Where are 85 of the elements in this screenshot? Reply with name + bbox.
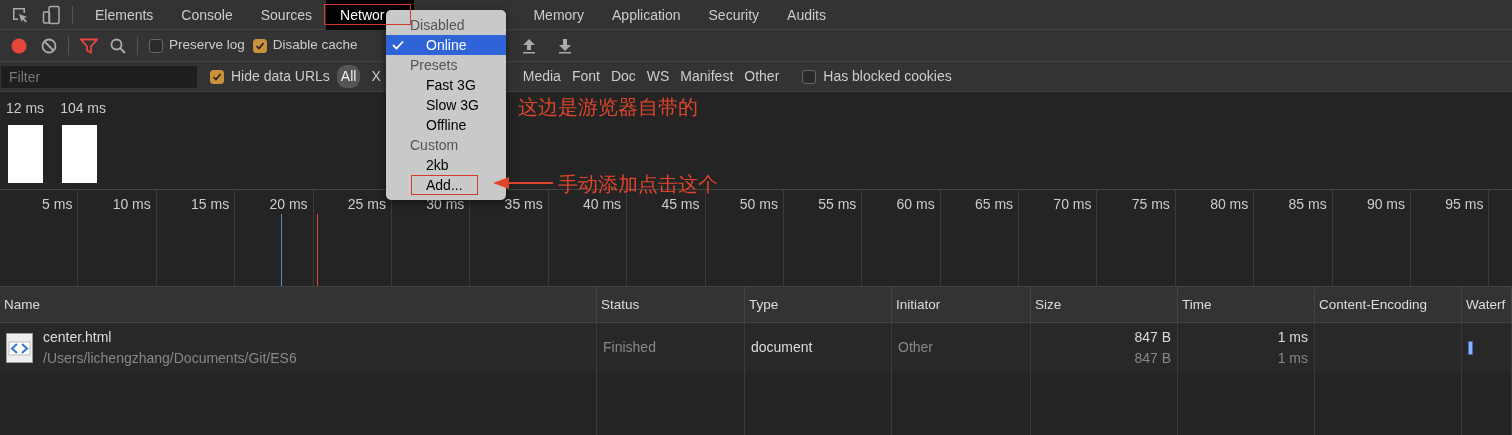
screenshot-thumbnail[interactable] bbox=[62, 125, 98, 183]
table-cell-text: document bbox=[751, 338, 814, 357]
filter-field[interactable]: Filter bbox=[1, 65, 197, 88]
type-filter[interactable]: Other bbox=[742, 65, 782, 88]
column-header[interactable]: Time bbox=[1178, 287, 1315, 323]
type-filter[interactable]: Manifest bbox=[678, 65, 736, 88]
menu-header: Custom bbox=[409, 136, 460, 155]
table-cell-text: 847 B bbox=[1134, 327, 1171, 347]
panel-tab[interactable]: Console bbox=[167, 0, 247, 30]
checkbox-label: Preserve log bbox=[169, 36, 245, 55]
panel-tab[interactable]: Application bbox=[598, 0, 695, 30]
column-header[interactable]: Name bbox=[0, 287, 597, 323]
file-path: /Users/lichengzhang/Documents/Git/ES6 bbox=[43, 348, 297, 368]
menu-item[interactable]: Online bbox=[386, 35, 506, 55]
table-cell-text: Other bbox=[898, 338, 934, 357]
checkbox[interactable] bbox=[210, 69, 224, 84]
tick-label: 80 ms bbox=[1210, 196, 1249, 212]
html-file-icon bbox=[6, 332, 33, 363]
checkbox[interactable] bbox=[252, 38, 267, 53]
load-line bbox=[317, 214, 318, 286]
record-icon[interactable] bbox=[11, 37, 27, 54]
column-header[interactable]: Waterf bbox=[1462, 287, 1512, 323]
menu-item[interactable]: 2kb bbox=[386, 155, 506, 175]
panel-tab[interactable]: Memory bbox=[519, 0, 598, 30]
annotation-text: 这边是游览器自带的 bbox=[518, 95, 698, 120]
type-filter[interactable]: Font bbox=[569, 65, 602, 88]
panel-tab[interactable]: Sources bbox=[246, 0, 327, 30]
type-filter[interactable]: Media bbox=[520, 65, 563, 88]
clear-icon[interactable] bbox=[41, 37, 57, 54]
checkbox-label: Disable cache bbox=[272, 36, 358, 55]
tick-label: 85 ms bbox=[1288, 196, 1327, 212]
panel-tab[interactable]: Audits bbox=[773, 0, 840, 30]
table-cell-text: Finished bbox=[603, 338, 657, 357]
menu-item[interactable]: Slow 3G bbox=[386, 95, 506, 115]
checkbox-label: Has blocked cookies bbox=[823, 67, 952, 86]
tick-label: 45 ms bbox=[661, 196, 700, 212]
waterfall-bar bbox=[1468, 340, 1473, 355]
menu-item[interactable]: Offline bbox=[386, 115, 506, 135]
upload-icon[interactable] bbox=[521, 37, 536, 54]
type-filter[interactable]: Doc bbox=[608, 65, 638, 88]
tick-label: 25 ms bbox=[347, 196, 386, 212]
time-label: 104 ms bbox=[60, 99, 107, 118]
tick-label: 55 ms bbox=[818, 196, 857, 212]
check-icon bbox=[392, 40, 404, 50]
tick-label: 75 ms bbox=[1131, 196, 1170, 212]
filter-icon[interactable] bbox=[80, 37, 98, 54]
time-label: 12 ms bbox=[6, 99, 45, 118]
checkbox-label: Hide data URLs bbox=[231, 67, 330, 86]
column-header[interactable]: Status bbox=[597, 287, 745, 323]
table-cell-text: 847 B bbox=[1134, 348, 1171, 368]
column-header[interactable]: Content-Encoding bbox=[1315, 287, 1462, 323]
panel-tab[interactable]: Security bbox=[694, 0, 774, 30]
arrow-icon bbox=[493, 176, 553, 190]
checkbox[interactable] bbox=[149, 38, 163, 53]
column-header[interactable]: Type bbox=[745, 287, 892, 323]
tick-label: 40 ms bbox=[583, 196, 622, 212]
screenshot-thumbnail[interactable] bbox=[8, 125, 43, 183]
tick-label: 65 ms bbox=[974, 196, 1014, 212]
tick-label: 95 ms bbox=[1445, 196, 1484, 212]
menu-header: Presets bbox=[409, 56, 459, 75]
tick-label: 50 ms bbox=[739, 196, 778, 212]
tick-label: 35 ms bbox=[504, 196, 543, 212]
tick-label: 10 ms bbox=[112, 196, 151, 212]
type-filter[interactable]: WS bbox=[644, 65, 672, 88]
panel-tab[interactable]: Elements bbox=[81, 0, 168, 30]
column-header[interactable]: Size bbox=[1031, 287, 1178, 323]
type-filter[interactable]: All bbox=[336, 65, 361, 88]
tick-label: 20 ms bbox=[269, 196, 308, 212]
column-header[interactable]: Initiator bbox=[892, 287, 1031, 323]
type-filter[interactable]: X bbox=[367, 65, 385, 88]
dom-content-line bbox=[281, 214, 282, 286]
file-name: center.html bbox=[43, 327, 113, 347]
tick-label: 60 ms bbox=[896, 196, 935, 212]
tick-label: 5 ms bbox=[42, 196, 73, 212]
download-icon[interactable] bbox=[557, 37, 572, 54]
tick-label: 70 ms bbox=[1053, 196, 1092, 212]
tick-label: 90 ms bbox=[1366, 196, 1406, 212]
checkbox[interactable] bbox=[802, 69, 817, 84]
tick-label: 15 ms bbox=[191, 196, 230, 212]
table-cell-text: 1 ms bbox=[1277, 348, 1308, 368]
table-cell-text: 1 ms bbox=[1277, 327, 1308, 347]
menu-item[interactable]: Add... bbox=[411, 175, 478, 195]
search-icon[interactable] bbox=[110, 37, 126, 54]
annotation-text: 手动添加点击这个 bbox=[558, 172, 718, 197]
menu-item[interactable]: Fast 3G bbox=[386, 75, 506, 95]
